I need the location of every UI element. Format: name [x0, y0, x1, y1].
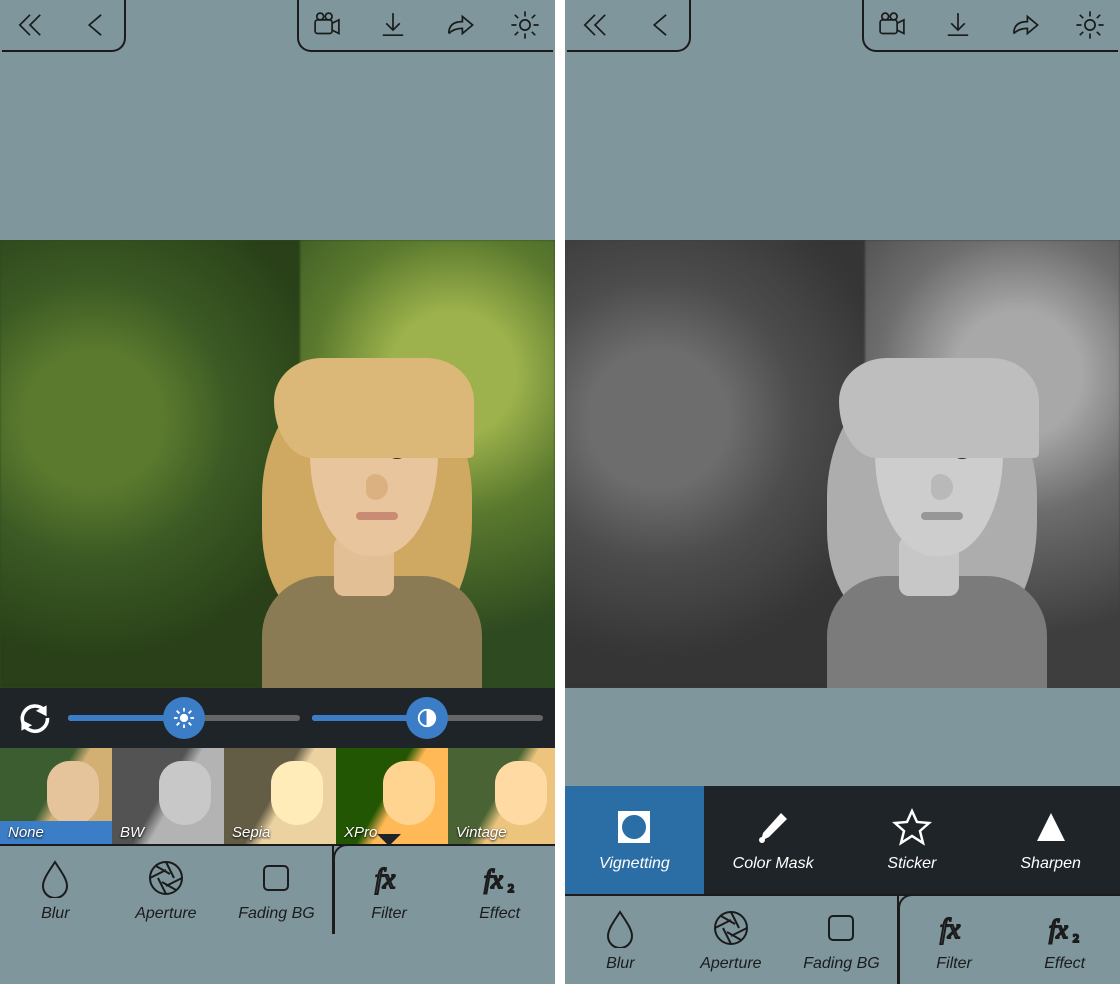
tab-aperture[interactable]: Aperture: [676, 896, 787, 984]
blur-icon: [35, 858, 75, 903]
aperture-icon: [146, 858, 186, 903]
svg-text:fx: fx: [484, 865, 503, 894]
tab-label: Blur: [606, 955, 634, 973]
filter-label: None: [0, 821, 112, 844]
filter-none[interactable]: None: [0, 748, 112, 844]
tab-label: Fading BG: [238, 905, 314, 923]
tab-label: Effect: [1044, 955, 1085, 973]
double-back-icon[interactable]: [575, 5, 615, 45]
settings-icon[interactable]: [505, 5, 545, 45]
brightness-knob[interactable]: [163, 697, 205, 739]
fadingbg-icon: [256, 858, 296, 903]
effect-label: Vignetting: [599, 855, 670, 873]
svg-text:fx: fx: [940, 914, 961, 945]
double-back-icon[interactable]: [10, 5, 50, 45]
video-icon[interactable]: [872, 5, 912, 45]
fadingbg-icon: [821, 908, 861, 953]
bottom-toolbar: Blur Aperture Fading BG fx Filter fx 2 Ef…: [565, 894, 1120, 984]
effect-label: Color Mask: [733, 855, 814, 873]
action-group: [862, 0, 1118, 52]
tab-fadingbg[interactable]: Fading BG: [786, 896, 897, 984]
nav-group: [2, 0, 126, 52]
tab-label: Filter: [936, 955, 972, 973]
colormask-icon: [753, 807, 793, 847]
effect-label: Sharpen: [1020, 855, 1081, 873]
tab-effect[interactable]: fx 2 Effect: [1009, 896, 1120, 984]
photo-canvas[interactable]: [0, 240, 555, 688]
share-icon[interactable]: [439, 5, 479, 45]
nav-group: [567, 0, 691, 52]
filter-xpro[interactable]: XPro: [336, 748, 448, 844]
top-toolbar: [0, 0, 555, 56]
photo: [0, 240, 555, 688]
effect-icon: fx 2: [480, 858, 520, 903]
action-group: [297, 0, 553, 52]
share-icon[interactable]: [1004, 5, 1044, 45]
tab-label: Aperture: [700, 955, 761, 973]
sharpen-icon: [1031, 807, 1071, 847]
screenshot-right: Vignetting Color Mask Sticker Sharpen Bl…: [565, 0, 1120, 984]
tab-label: Filter: [371, 905, 407, 923]
photo: [565, 240, 1120, 688]
contrast-knob[interactable]: [406, 697, 448, 739]
blur-icon: [600, 908, 640, 953]
photo-canvas[interactable]: [565, 240, 1120, 688]
brightness-slider[interactable]: [68, 715, 300, 721]
filter-sepia[interactable]: Sepia: [224, 748, 336, 844]
tab-blur[interactable]: Blur: [565, 896, 676, 984]
back-icon[interactable]: [641, 5, 681, 45]
filter-label: Vintage: [448, 821, 555, 844]
tab-label: Effect: [479, 905, 520, 923]
effect-colormask[interactable]: Color Mask: [704, 786, 843, 894]
sticker-icon: [892, 807, 932, 847]
svg-text:2: 2: [1073, 931, 1079, 945]
active-tab-indicator-icon: [377, 834, 401, 846]
effect-label: Sticker: [887, 855, 936, 873]
effect-icon: fx 2: [1045, 908, 1085, 953]
download-icon[interactable]: [373, 5, 413, 45]
tab-filter[interactable]: fx Filter: [332, 846, 445, 934]
tab-fadingbg[interactable]: Fading BG: [221, 846, 332, 934]
filter-icon: fx: [934, 908, 974, 953]
tab-label: Fading BG: [803, 955, 879, 973]
screenshot-left: None BW Sepia XPro Vintage Blur Aperture…: [0, 0, 555, 984]
filter-thumbnails: None BW Sepia XPro Vintage: [0, 748, 555, 844]
filter-icon: fx: [369, 858, 409, 903]
tab-filter[interactable]: fx Filter: [897, 896, 1010, 984]
tab-effect[interactable]: fx 2 Effect: [444, 846, 555, 934]
filter-vintage[interactable]: Vintage: [448, 748, 555, 844]
effect-sticker[interactable]: Sticker: [843, 786, 982, 894]
aperture-icon: [711, 908, 751, 953]
download-icon[interactable]: [938, 5, 978, 45]
effect-vignetting[interactable]: Vignetting: [565, 786, 704, 894]
back-icon[interactable]: [76, 5, 116, 45]
contrast-slider[interactable]: [312, 715, 544, 721]
effect-tiles: Vignetting Color Mask Sticker Sharpen: [565, 786, 1120, 894]
vignetting-icon: [614, 807, 654, 847]
settings-icon[interactable]: [1070, 5, 1110, 45]
tab-blur[interactable]: Blur: [0, 846, 111, 934]
video-icon[interactable]: [307, 5, 347, 45]
tab-label: Aperture: [135, 905, 196, 923]
reset-sliders-button[interactable]: [12, 696, 56, 740]
active-tab-indicator-icon: [1053, 884, 1077, 896]
filter-label: Sepia: [224, 821, 336, 844]
adjustment-sliders: [0, 688, 555, 748]
spacer: [565, 688, 1120, 786]
svg-text:fx: fx: [375, 864, 396, 895]
top-toolbar: [565, 0, 1120, 56]
effect-sharpen[interactable]: Sharpen: [981, 786, 1120, 894]
tab-aperture[interactable]: Aperture: [111, 846, 222, 934]
bottom-toolbar: Blur Aperture Fading BG fx Filter fx 2 Ef…: [0, 844, 555, 934]
tab-label: Blur: [41, 905, 69, 923]
svg-text:2: 2: [508, 881, 514, 895]
filter-bw[interactable]: BW: [112, 748, 224, 844]
svg-text:fx: fx: [1049, 915, 1068, 944]
filter-label: BW: [112, 821, 224, 844]
